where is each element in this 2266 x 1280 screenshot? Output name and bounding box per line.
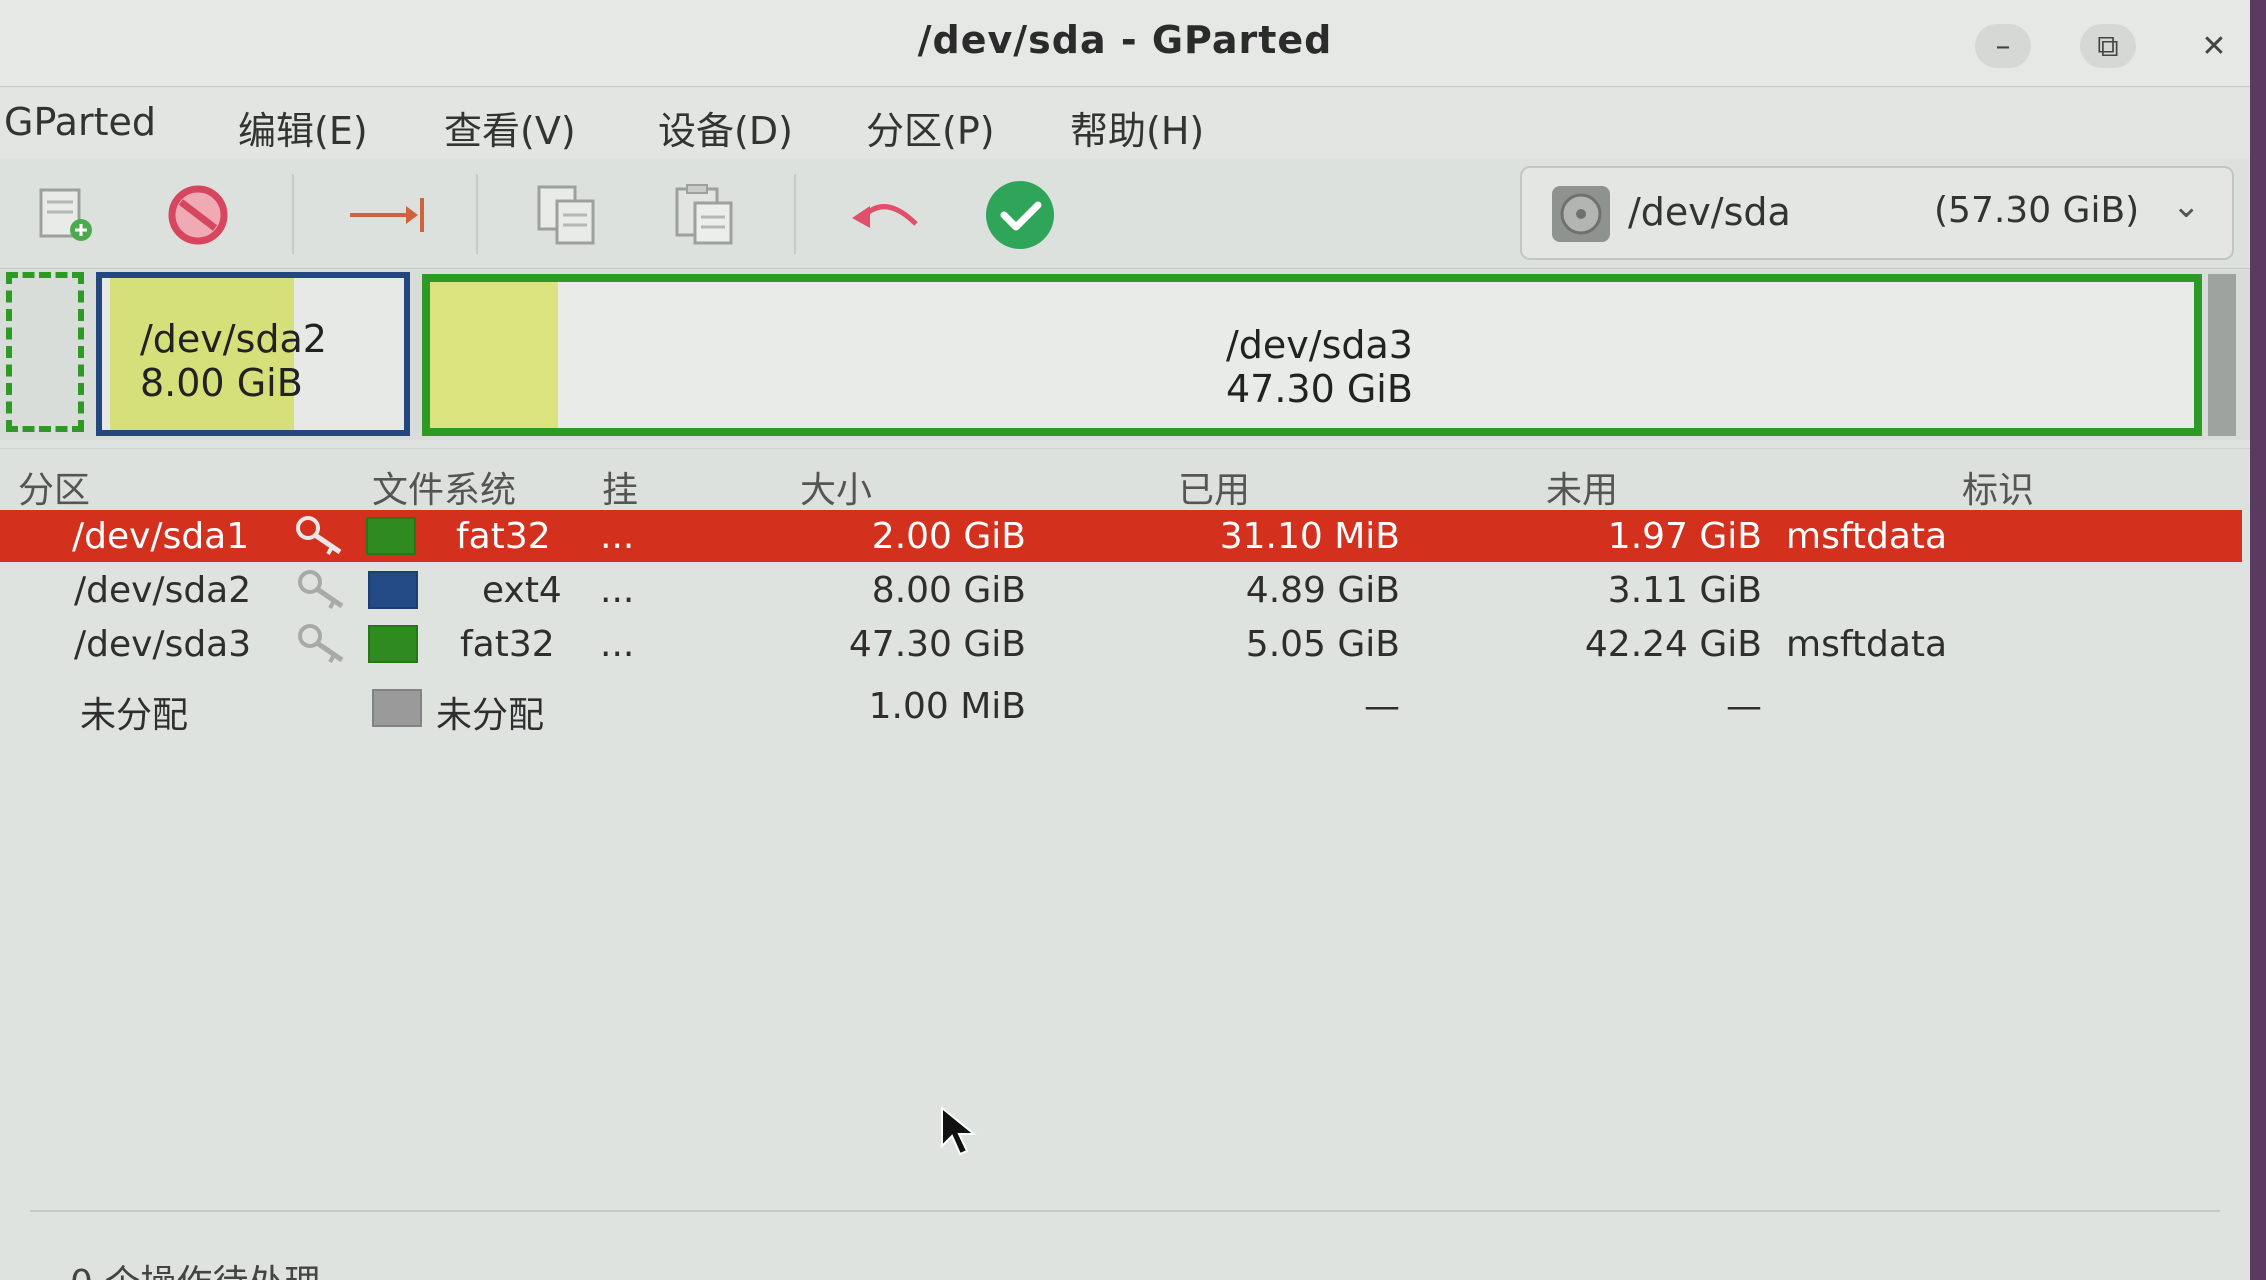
segment-name: /dev/sda2 bbox=[140, 317, 327, 361]
partition-table-header: 分区 文件系统 挂载 大小 已用 未用 标识 bbox=[0, 448, 2250, 563]
title-bar: /dev/sda - GParted – ⧉ ✕ bbox=[0, 0, 2250, 87]
filesystem-label: fat32 bbox=[460, 624, 555, 665]
partition-name: /dev/sda2 bbox=[74, 570, 252, 611]
key-icon bbox=[296, 622, 348, 666]
key-icon bbox=[294, 514, 346, 558]
used-value: — bbox=[1364, 686, 1400, 727]
size-value: 47.30 GiB bbox=[848, 624, 1026, 665]
minimize-button[interactable]: – bbox=[1975, 24, 2031, 68]
column-used[interactable]: 已用 bbox=[1178, 461, 1250, 513]
column-flags[interactable]: 标识 bbox=[1962, 461, 2034, 513]
filesystem-color-swatch bbox=[368, 625, 418, 663]
disk-icon bbox=[1552, 186, 1610, 242]
toolbar: /dev/sda (57.30 GiB) ⌄ bbox=[0, 160, 2250, 269]
filesystem-color-swatch bbox=[372, 689, 422, 727]
unused-value: 42.24 GiB bbox=[1584, 624, 1762, 665]
toolbar-separator bbox=[794, 174, 796, 254]
toolbar-separator bbox=[292, 174, 294, 254]
partition-name: /dev/sda3 bbox=[74, 624, 252, 665]
flags-value: msftdata bbox=[1786, 516, 1948, 557]
gparted-window: /dev/sda - GParted – ⧉ ✕ GParted 编辑(E) 查… bbox=[0, 0, 2250, 1280]
mount-point: ... bbox=[600, 570, 635, 611]
disk-map: /dev/sda2 8.00 GiB /dev/sda3 47.30 GiB bbox=[0, 270, 2250, 440]
toolbar-separator bbox=[476, 174, 478, 254]
column-unused[interactable]: 未用 bbox=[1546, 461, 1618, 513]
partition-name: 未分配 bbox=[80, 695, 189, 736]
column-partition[interactable]: 分区 bbox=[18, 461, 90, 513]
table-row[interactable]: /dev/sda3 fat32 ... 47.30 GiB 5.05 GiB 4… bbox=[0, 618, 2242, 670]
table-row[interactable]: /dev/sda2 ext4 ... 8.00 GiB 4.89 GiB 3.1… bbox=[0, 564, 2242, 616]
mount-point: ... bbox=[600, 516, 635, 557]
device-selector[interactable]: /dev/sda (57.30 GiB) ⌄ bbox=[1520, 166, 2234, 260]
used-space-bar bbox=[430, 282, 558, 428]
segment-name: /dev/sda3 bbox=[1226, 323, 1413, 367]
copy-icon[interactable] bbox=[528, 180, 608, 250]
table-row[interactable]: /dev/sda1 fat32 ... 2.00 GiB 31.10 MiB 1… bbox=[0, 510, 2242, 562]
disk-segment-sda1[interactable] bbox=[6, 272, 84, 432]
chevron-down-icon: ⌄ bbox=[2172, 186, 2201, 226]
delete-icon[interactable] bbox=[158, 180, 238, 250]
undo-icon[interactable] bbox=[846, 180, 926, 250]
filesystem-label: fat32 bbox=[456, 516, 551, 557]
menu-partition[interactable]: 分区(P) bbox=[866, 100, 995, 155]
mouse-cursor bbox=[940, 1105, 980, 1162]
partition-name: /dev/sda1 bbox=[72, 516, 250, 557]
unused-value: — bbox=[1726, 686, 1762, 727]
apply-icon[interactable] bbox=[980, 180, 1060, 250]
menu-view[interactable]: 查看(V) bbox=[444, 100, 576, 155]
new-partition-icon[interactable] bbox=[26, 180, 106, 250]
filesystem-color-swatch bbox=[368, 571, 418, 609]
flags-value: msftdata bbox=[1786, 624, 1948, 665]
disk-segment-unallocated[interactable] bbox=[2208, 274, 2236, 436]
paste-icon[interactable] bbox=[664, 180, 744, 250]
menu-bar: GParted 编辑(E) 查看(V) 设备(D) 分区(P) 帮助(H) bbox=[0, 88, 2250, 158]
menu-gparted[interactable]: GParted bbox=[4, 100, 156, 144]
key-icon bbox=[296, 568, 348, 612]
window-title: /dev/sda - GParted bbox=[917, 18, 1333, 62]
device-name: /dev/sda bbox=[1628, 190, 1791, 234]
size-value: 2.00 GiB bbox=[871, 516, 1026, 557]
menu-help[interactable]: 帮助(H) bbox=[1070, 100, 1204, 155]
filesystem-label: ext4 bbox=[482, 570, 562, 611]
disk-segment-sda3[interactable]: /dev/sda3 47.30 GiB bbox=[422, 274, 2202, 436]
filesystem-color-swatch bbox=[366, 517, 416, 555]
size-value: 8.00 GiB bbox=[871, 570, 1026, 611]
segment-size: 47.30 GiB bbox=[1226, 367, 1413, 411]
used-value: 4.89 GiB bbox=[1245, 570, 1400, 611]
column-filesystem[interactable]: 文件系统 bbox=[372, 461, 516, 513]
maximize-button[interactable]: ⧉ bbox=[2080, 24, 2136, 68]
close-button[interactable]: ✕ bbox=[2186, 24, 2242, 68]
mount-point: ... bbox=[600, 624, 635, 665]
resize-move-icon[interactable] bbox=[346, 180, 426, 250]
menu-edit[interactable]: 编辑(E) bbox=[238, 100, 368, 155]
unused-value: 1.97 GiB bbox=[1607, 516, 1762, 557]
menu-device[interactable]: 设备(D) bbox=[658, 100, 793, 155]
segment-size: 8.00 GiB bbox=[140, 361, 303, 405]
used-value: 5.05 GiB bbox=[1245, 624, 1400, 665]
filesystem-label: 未分配 bbox=[436, 695, 545, 736]
unused-value: 3.11 GiB bbox=[1607, 570, 1762, 611]
divider bbox=[30, 1210, 2220, 1212]
column-size[interactable]: 大小 bbox=[800, 461, 872, 513]
size-value: 1.00 MiB bbox=[868, 686, 1026, 727]
table-row[interactable]: 未分配 未分配 1.00 MiB — — bbox=[0, 680, 2242, 736]
pending-operations-status: 0 个操作待处理 bbox=[70, 1254, 320, 1280]
disk-segment-sda2[interactable]: /dev/sda2 8.00 GiB bbox=[96, 272, 410, 436]
used-value: 31.10 MiB bbox=[1219, 516, 1400, 557]
device-size: (57.30 GiB) bbox=[1934, 190, 2140, 231]
